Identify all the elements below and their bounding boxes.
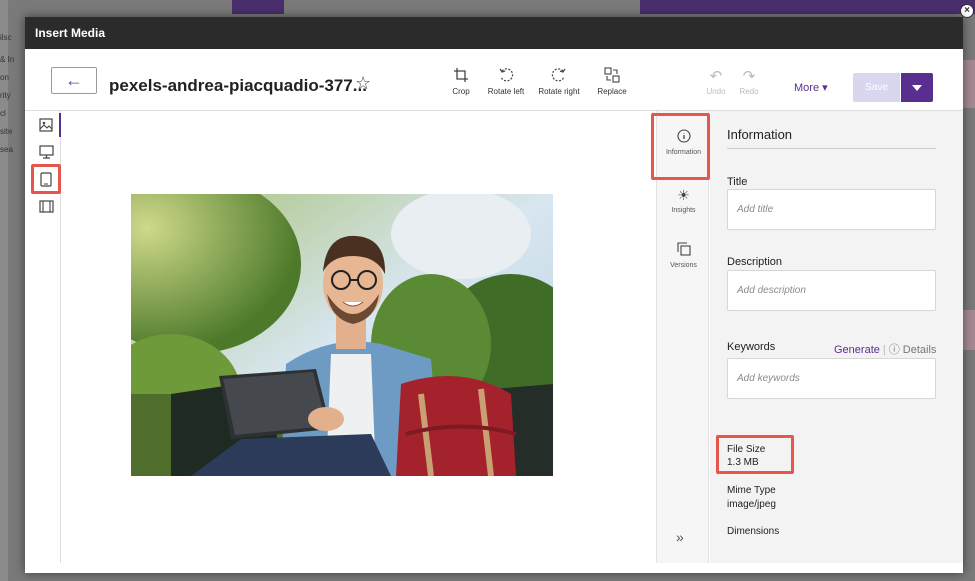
desktop-icon[interactable] — [37, 144, 55, 160]
divider — [727, 148, 936, 149]
keywords-actions: Generate | ⓘ Details — [834, 341, 936, 357]
keywords-field[interactable]: Add keywords — [727, 358, 936, 399]
replace-label: Replace — [597, 87, 627, 96]
media-preview-image — [131, 194, 553, 476]
background-text: rity — [0, 91, 11, 100]
undo-label: Undo — [706, 87, 726, 96]
crop-label: Crop — [452, 87, 470, 96]
details-label: Details — [902, 344, 937, 356]
background-bar — [232, 0, 284, 14]
info-icon: ⓘ — [888, 344, 900, 356]
file-name-title: pexels-andrea-piacquadio-377... — [109, 76, 367, 95]
modal-title: Insert Media — [35, 26, 106, 40]
info-icon — [657, 129, 710, 145]
active-indicator — [59, 113, 61, 137]
separator: | — [882, 344, 886, 356]
tab-versions[interactable]: Versions — [657, 242, 710, 269]
star-outline-icon[interactable]: ☆ — [355, 73, 371, 94]
crop-button[interactable]: Crop — [448, 67, 474, 96]
panel-heading: Information — [727, 127, 793, 142]
mime-type-value: image/jpeg — [727, 499, 776, 510]
image-canvas — [62, 111, 656, 563]
panel-tab-rail: Information ☀ Insights Versions » — [651, 111, 710, 563]
description-label: Description — [727, 256, 783, 268]
double-chevron-right-icon[interactable]: » — [676, 529, 684, 545]
tab-insights-label: Insights — [671, 207, 696, 214]
tab-information[interactable]: Information — [657, 129, 710, 156]
filmstrip-icon[interactable] — [37, 198, 55, 214]
dimensions-label: Dimensions — [727, 526, 780, 537]
background-bar — [640, 0, 975, 14]
information-panel: Information Title Add title Description … — [710, 111, 963, 563]
tab-insights[interactable]: ☀ Insights — [657, 187, 710, 214]
details-link[interactable]: ⓘ Details — [889, 344, 937, 356]
generate-link[interactable]: Generate — [834, 344, 880, 356]
tab-versions-label: Versions — [670, 262, 697, 269]
caret-down-icon: ▾ — [822, 82, 828, 94]
modal-header: Insert Media — [25, 17, 963, 49]
sun-icon: ☀ — [677, 187, 690, 203]
rotate-left-button[interactable]: Rotate left — [483, 67, 529, 96]
redo-label: Redo — [739, 87, 759, 96]
more-menu-button[interactable]: More ▾ — [794, 81, 828, 94]
versions-icon — [657, 242, 710, 258]
title-field[interactable]: Add title — [727, 189, 936, 230]
caret-down-icon — [912, 84, 922, 91]
undo-button[interactable]: ↶ Undo — [705, 67, 727, 96]
description-field[interactable]: Add description — [727, 270, 936, 311]
background-sidebar: ilsc & In on rity cl site sea — [0, 0, 14, 581]
tab-information-label: Information — [665, 149, 702, 156]
save-options-button[interactable] — [901, 73, 933, 102]
file-size-label: File Size — [727, 444, 766, 455]
background-text: ilsc — [0, 33, 12, 42]
view-mode-rail — [31, 111, 61, 563]
close-modal-button[interactable]: × — [960, 4, 974, 18]
undo-icon: ↶ — [709, 68, 723, 85]
editor-toolbar: ← pexels-andrea-piacquadio-377... ☆ Crop… — [25, 49, 963, 111]
mime-type-label: Mime Type — [727, 485, 776, 496]
background-text: sea — [0, 145, 13, 154]
back-button[interactable]: ← — [51, 67, 97, 94]
rotate-right-button[interactable]: Rotate right — [534, 67, 584, 96]
background-text: & In — [0, 55, 15, 64]
file-size-value: 1.3 MB — [727, 457, 759, 468]
background-text: site — [0, 127, 13, 136]
insert-media-modal: Insert Media ← pexels-andrea-piacquadio-… — [25, 17, 963, 573]
background-block — [961, 60, 975, 108]
replace-button[interactable]: Replace — [593, 67, 631, 96]
image-icon[interactable] — [37, 117, 55, 133]
save-button[interactable]: Save — [853, 73, 900, 102]
rotate-right-icon — [534, 67, 584, 87]
background-block — [961, 310, 975, 350]
rotate-left-label: Rotate left — [487, 87, 525, 96]
keywords-label: Keywords — [727, 341, 776, 353]
arrow-left-icon: ← — [65, 70, 83, 90]
rotate-right-label: Rotate right — [538, 87, 580, 96]
redo-button[interactable]: ↷ Redo — [738, 67, 760, 96]
tablet-icon[interactable] — [37, 171, 55, 187]
background-text: cl — [0, 109, 6, 118]
rotate-left-icon — [483, 67, 529, 87]
replace-icon — [593, 67, 631, 87]
more-label: More — [794, 82, 820, 94]
redo-icon: ↷ — [742, 68, 756, 85]
background-text: on — [0, 73, 9, 82]
crop-icon — [448, 67, 474, 87]
title-label: Title — [727, 176, 748, 188]
